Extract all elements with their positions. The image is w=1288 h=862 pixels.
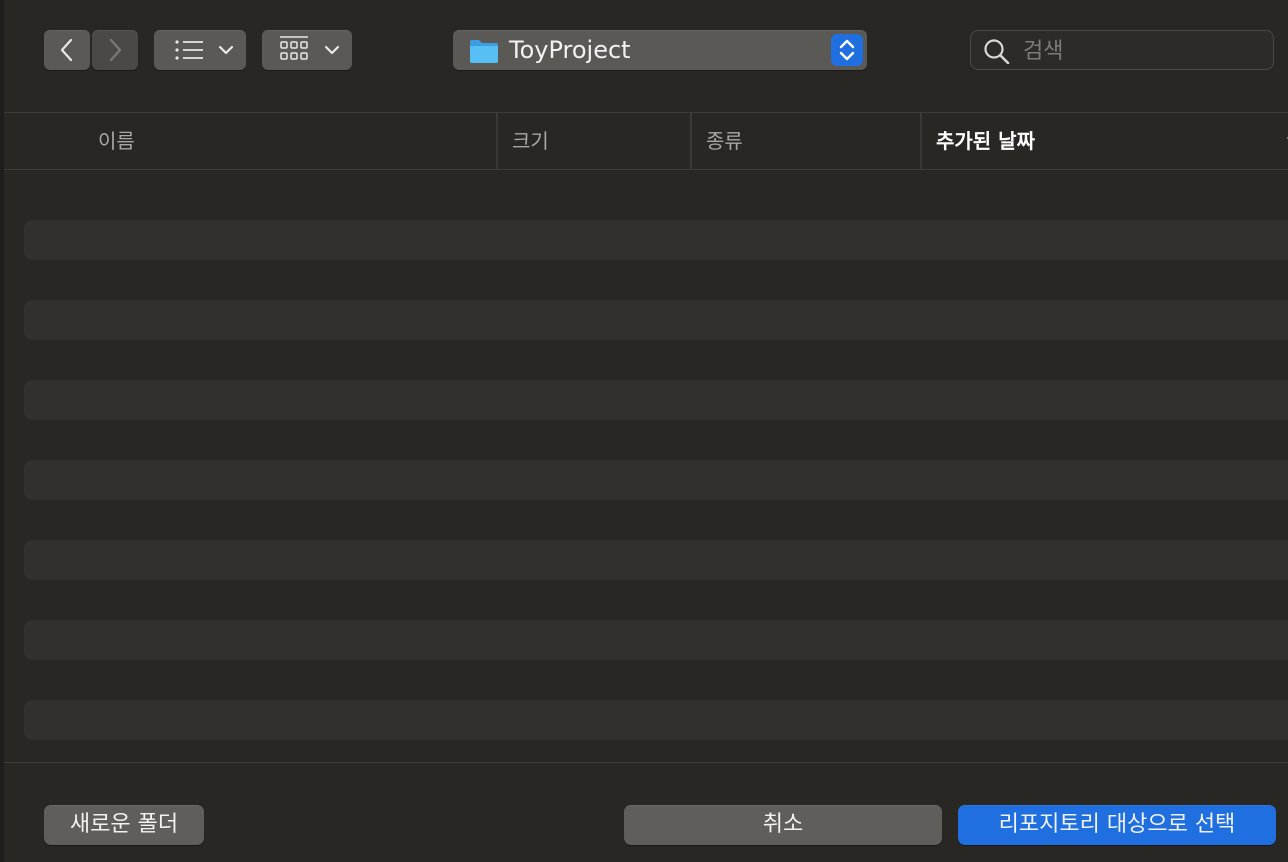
location-label: ToyProject [509,36,631,64]
list-row-stripe [24,540,1288,580]
grid-icon [280,36,308,60]
chevron-down-icon [218,45,234,55]
column-name-header[interactable]: 이름 [98,113,488,169]
search-input[interactable] [1021,34,1265,68]
list-row-stripe [24,380,1288,420]
search-field[interactable] [970,30,1274,70]
list-row-stripe [24,220,1288,260]
location-popup[interactable]: ToyProject [453,30,867,70]
column-date-added-header[interactable]: 추가된 날짜 [920,113,1288,169]
list-row-stripe [24,700,1288,740]
list-row-stripe [24,620,1288,660]
folder-icon [470,40,498,63]
dialog-footer: 새로운 폴더 취소 리포지토리 대상으로 선택 [4,762,1288,862]
column-size-header[interactable]: 크기 [496,113,686,169]
up-down-chevron-icon [839,39,855,61]
forward-button[interactable] [92,30,138,70]
file-list[interactable] [4,170,1288,762]
column-kind-header[interactable]: 종류 [690,113,916,169]
select-as-repository-button[interactable]: 리포지토리 대상으로 선택 [958,805,1276,845]
list-view-menu-button[interactable] [154,30,246,70]
search-icon [984,39,1010,64]
column-date-added-label: 추가된 날짜 [936,129,1035,153]
grid-view-menu-button[interactable] [262,30,352,70]
list-row-stripe [24,460,1288,500]
toolbar: ToyProject [4,0,1288,112]
list-row-stripe [24,300,1288,340]
location-stepper[interactable] [831,34,863,66]
column-header: 이름 크기 종류 추가된 날짜 [4,112,1288,170]
chevron-right-icon [109,38,122,62]
cancel-button[interactable]: 취소 [624,805,942,845]
new-folder-button[interactable]: 새로운 폴더 [44,805,204,845]
file-dialog-window: ToyProject 이름 크기 종류 추가된 날짜 [0,0,1288,862]
chevron-left-icon [60,38,73,62]
chevron-down-icon [324,45,340,55]
back-button[interactable] [44,30,90,70]
